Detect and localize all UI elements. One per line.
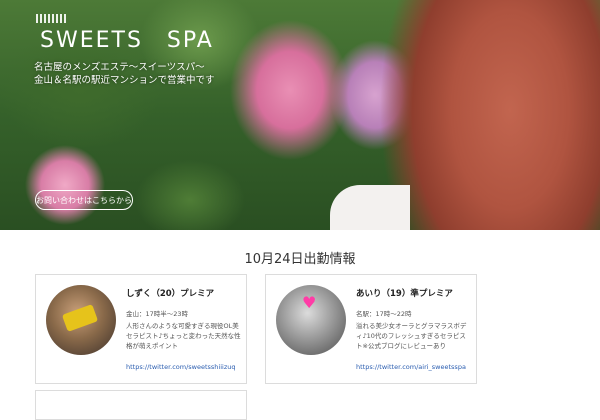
avatar[interactable]: ♥ — [276, 285, 346, 355]
censor-sticker-icon — [61, 304, 99, 332]
therapist-card[interactable]: ♥ あいり（19）準プレミア 名駅：17時〜22時 溢れる美少女オーラとグラマラ… — [265, 274, 477, 384]
heart-icon: ♥ — [302, 293, 317, 312]
hero-banner: SWEETS SPA 名古屋のメンズエステ〜スイーツスパ〜 金山＆名駅の駅近マン… — [0, 0, 600, 230]
therapist-description: 溢れる美少女オーラとグラマラスボディ♪10代のフレッシュすぎるセラピスト※公式ブ… — [356, 322, 467, 350]
therapist-hours: 金山：17時半〜23時 — [126, 310, 189, 318]
therapist-description: 人形さんのような可愛すぎる現役OL美セラピスト♪ちょっと変わった天然な性格が萌え… — [126, 322, 241, 350]
hero-tagline-2: 金山＆名駅の駅近マンションで営業中です — [34, 75, 215, 86]
twitter-link[interactable]: https://twitter.com/sweetsshiiizuq — [126, 363, 236, 371]
schedule-title: 10月24日出勤情報 — [244, 252, 356, 267]
brand-logo[interactable]: SWEETS SPA — [40, 22, 214, 54]
twitter-link[interactable]: https://twitter.com/airi_sweetsspa — [356, 363, 466, 371]
therapist-hours: 名駅：17時〜22時 — [356, 310, 412, 318]
hero-photo-shirt — [330, 185, 410, 230]
hero-tagline-1: 名古屋のメンズエステ〜スイーツスパ〜 — [34, 62, 205, 73]
avatar[interactable] — [46, 285, 116, 355]
therapist-card[interactable] — [35, 390, 247, 420]
therapist-card[interactable]: しずく（20）プレミア 金山：17時半〜23時 人形さんのような可愛すぎる現役O… — [35, 274, 247, 384]
hero-photo-hair — [380, 0, 600, 230]
contact-button[interactable]: お問い合わせはこちらから — [35, 190, 133, 210]
therapist-name[interactable]: あいり（19）準プレミア — [356, 287, 453, 299]
therapist-name[interactable]: しずく（20）プレミア — [126, 287, 214, 299]
